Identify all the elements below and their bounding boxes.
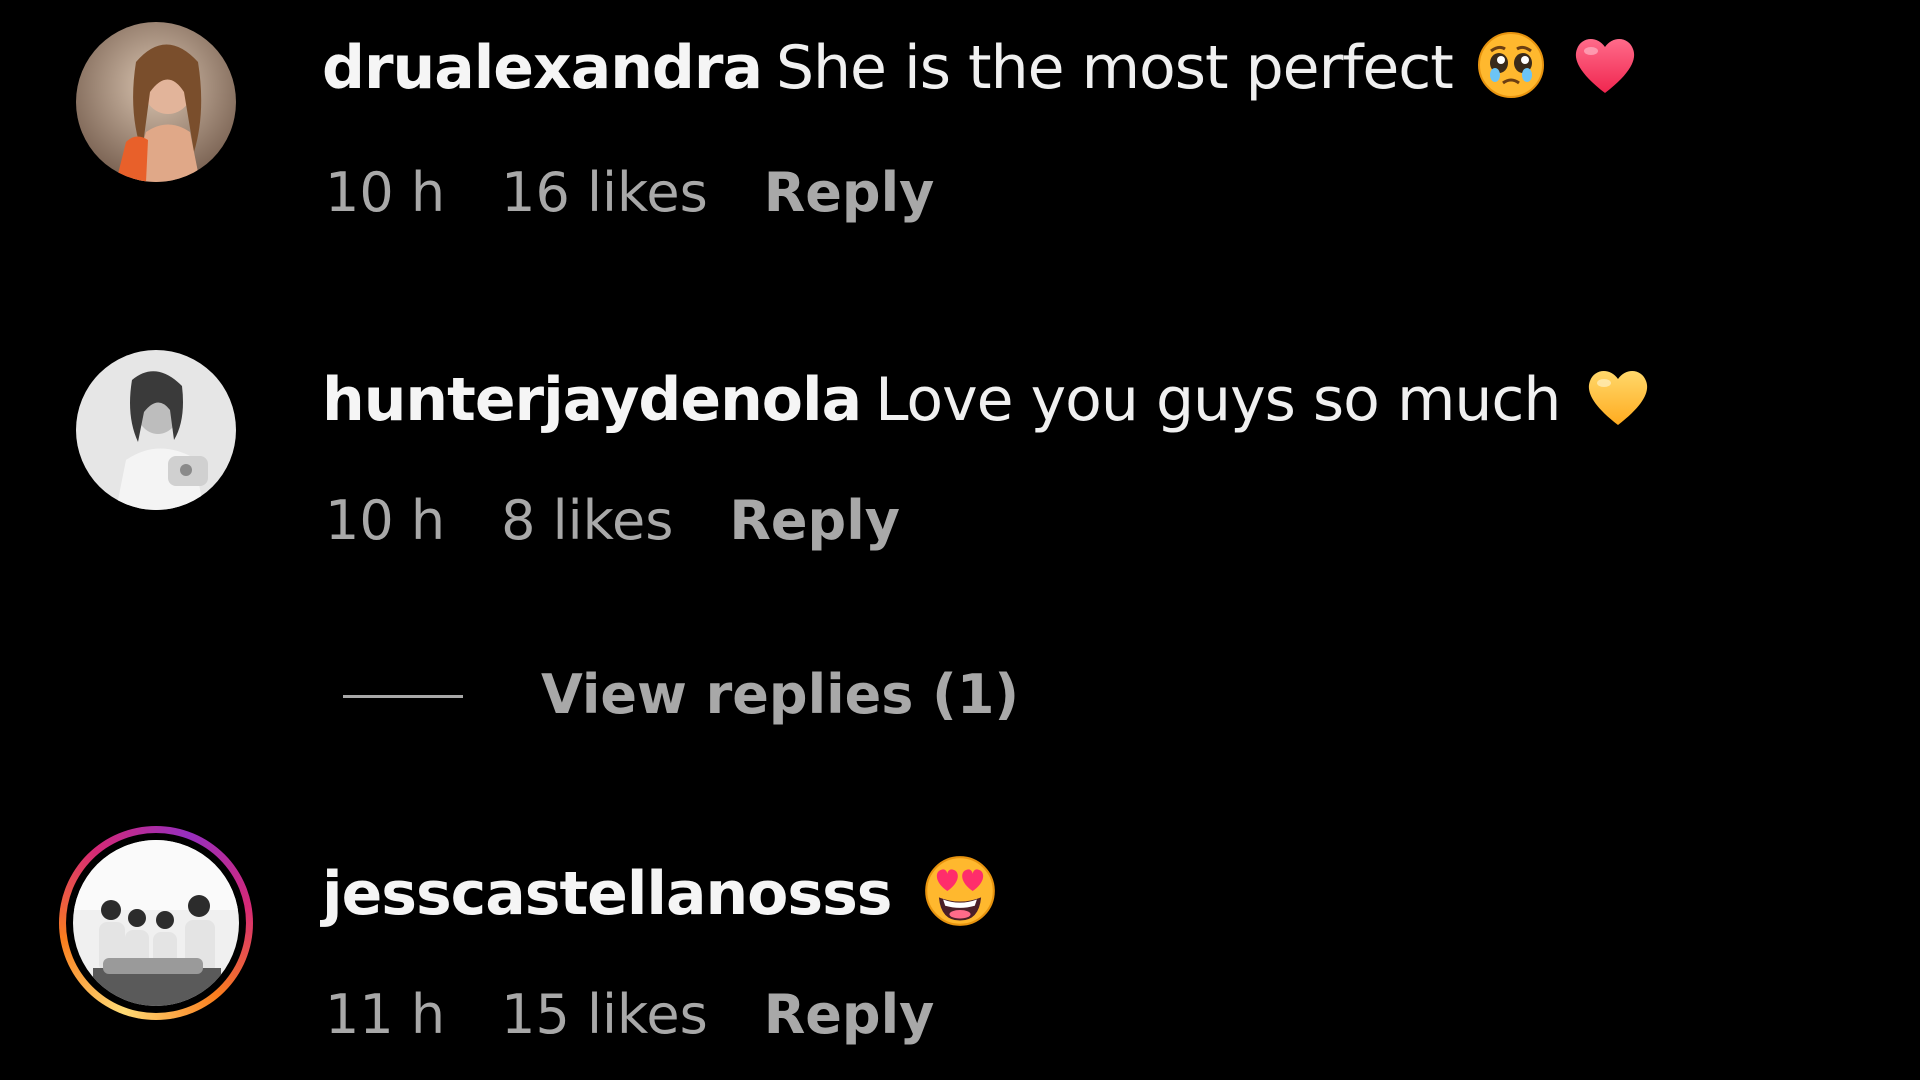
comment-text: She is the most perfect bbox=[775, 33, 1454, 103]
comment-line: jesscastellanosss bbox=[322, 856, 998, 935]
comment-likes[interactable]: 8 likes bbox=[501, 486, 673, 556]
avatar-wrap[interactable] bbox=[76, 22, 236, 182]
reply-button[interactable]: Reply bbox=[764, 980, 935, 1050]
reply-button[interactable]: Reply bbox=[729, 486, 900, 556]
view-replies-divider bbox=[343, 695, 463, 698]
avatar-image bbox=[73, 840, 239, 1006]
view-replies-label[interactable]: View replies (1) bbox=[541, 660, 1019, 730]
comment-username[interactable]: hunterjaydenola bbox=[322, 365, 862, 435]
avatar-wrap[interactable] bbox=[76, 350, 236, 510]
pleading-face-emoji-icon bbox=[1475, 29, 1547, 101]
comment-line: drualexandra She is the most perfect bbox=[322, 30, 1641, 107]
avatar[interactable] bbox=[73, 840, 239, 1006]
comment-username[interactable]: drualexandra bbox=[322, 33, 763, 103]
reply-button[interactable]: Reply bbox=[764, 158, 935, 228]
comment-meta: 11 h 15 likes Reply bbox=[325, 980, 934, 1050]
red-heart-emoji-icon bbox=[1569, 29, 1641, 101]
story-ring[interactable] bbox=[59, 826, 253, 1020]
comment-text: Love you guys so much bbox=[875, 365, 1561, 435]
comment-meta: 10 h 8 likes Reply bbox=[325, 486, 900, 556]
yellow-heart-emoji-icon bbox=[1582, 361, 1654, 433]
comment-likes[interactable]: 15 likes bbox=[501, 980, 708, 1050]
heart-eyes-emoji-icon bbox=[922, 853, 998, 929]
comment-meta: 10 h 16 likes Reply bbox=[325, 158, 934, 228]
avatar-image bbox=[76, 22, 236, 182]
comment-time: 11 h bbox=[325, 983, 446, 1046]
avatar-image bbox=[76, 350, 236, 510]
comment-likes[interactable]: 16 likes bbox=[501, 158, 708, 228]
comment-time: 10 h bbox=[325, 161, 446, 224]
comment-time: 10 h bbox=[325, 489, 446, 552]
avatar[interactable] bbox=[76, 350, 236, 510]
comment-username[interactable]: jesscastellanosss bbox=[322, 859, 893, 929]
comment-line: hunterjaydenola Love you guys so much bbox=[322, 362, 1654, 439]
avatar[interactable] bbox=[76, 22, 236, 182]
